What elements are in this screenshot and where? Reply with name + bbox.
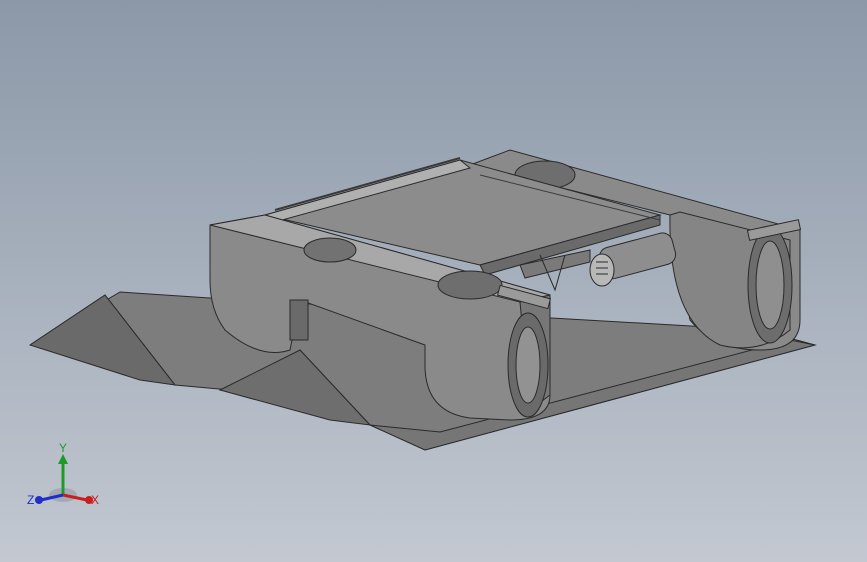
y-axis-arrow [58, 454, 68, 464]
graphics-viewport[interactable]: Y X Z [0, 0, 867, 562]
z-axis-tip [35, 496, 43, 504]
z-axis-label: Z [27, 493, 34, 507]
robot-chassis-model[interactable] [0, 0, 867, 562]
x-axis-label: X [91, 493, 99, 507]
y-axis-label: Y [59, 441, 67, 455]
reference-triad: Y X Z [27, 441, 99, 507]
